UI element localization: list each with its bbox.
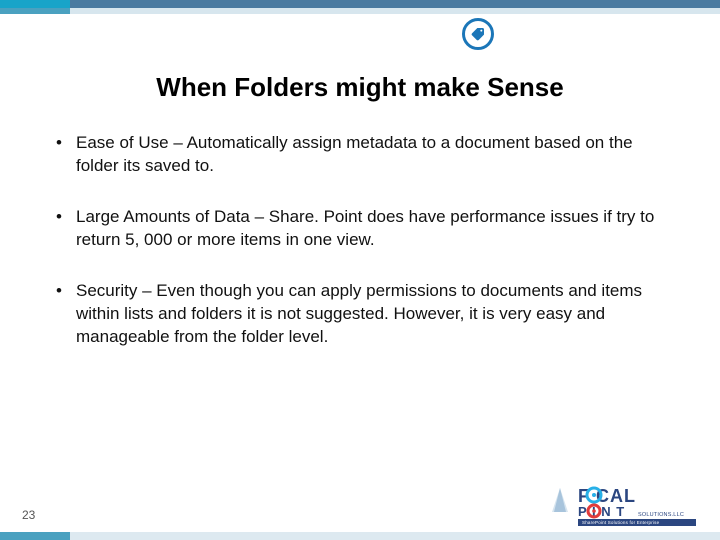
bullet-item: • Security – Even though you can apply p…	[56, 280, 664, 349]
top-stripe-secondary	[0, 8, 720, 14]
page-number: 23	[22, 508, 35, 522]
bullet-dot-icon: •	[56, 206, 76, 252]
slide-title: When Folders might make Sense	[0, 72, 720, 103]
bullet-list: • Ease of Use – Automatically assign met…	[56, 132, 664, 377]
bullet-text: Ease of Use – Automatically assign metad…	[76, 132, 664, 178]
bullet-item: • Large Amounts of Data – Share. Point d…	[56, 206, 664, 252]
top-stripe	[0, 0, 720, 8]
brand-logo: F CAL P I N T SOLUTIONS.LLC SharePoint S…	[552, 484, 702, 526]
bullet-item: • Ease of Use – Automatically assign met…	[56, 132, 664, 178]
bullet-text: Security – Even though you can apply per…	[76, 280, 664, 349]
slide: When Folders might make Sense • Ease of …	[0, 0, 720, 540]
bottom-stripe	[0, 532, 720, 540]
logo-line2: P I N T	[578, 504, 625, 519]
logo-line3: SOLUTIONS.LLC	[638, 512, 684, 518]
logo-tagline: SharePoint Solutions for Enterprise	[582, 520, 660, 525]
bullet-dot-icon: •	[56, 280, 76, 349]
tag-icon	[462, 18, 494, 50]
bullet-text: Large Amounts of Data – Share. Point doe…	[76, 206, 664, 252]
bullet-dot-icon: •	[56, 132, 76, 178]
